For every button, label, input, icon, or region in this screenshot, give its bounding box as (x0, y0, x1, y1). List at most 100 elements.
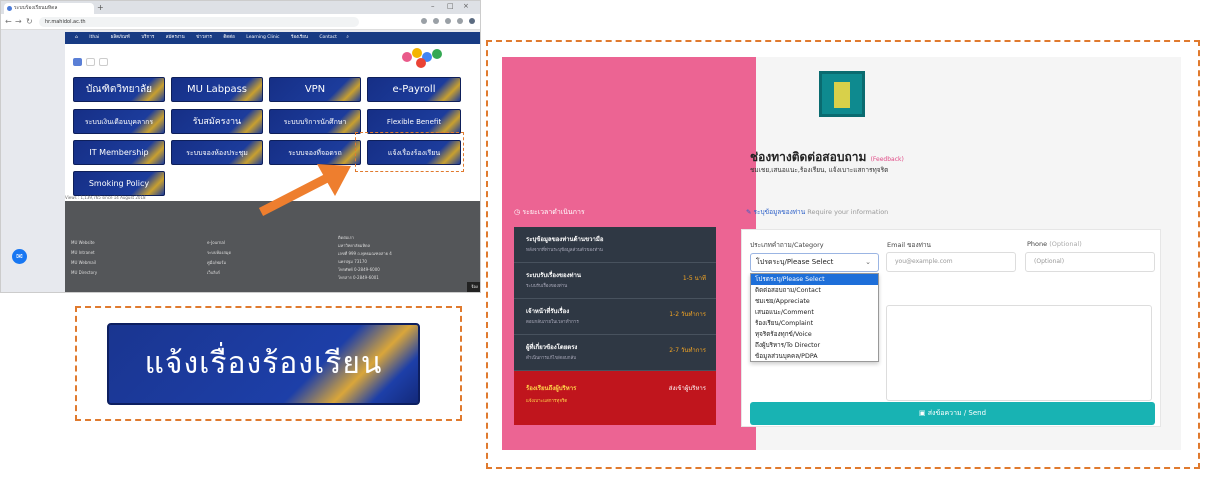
nav-item[interactable]: Contact (319, 35, 337, 40)
category-selected-value: โปรดระบุ/Please Select (756, 258, 834, 266)
pager-next[interactable] (99, 58, 108, 66)
salary-system-button[interactable]: ระบบเงินเดือนบุคลากร (73, 109, 165, 134)
timeline-title: ระบบรับเรื่องของท่าน (526, 272, 581, 279)
timeline-step: เจ้าหน้าที่รับเรื่อง ตอบกลับภายในเวลาทำก… (514, 299, 716, 335)
footer-link[interactable]: เว็บลิงก์ (207, 268, 231, 278)
search-icon[interactable]: ⌕ (346, 35, 349, 40)
footer-link[interactable]: e-Journal (207, 238, 231, 248)
nav-item[interactable]: ติดต่อ (223, 35, 234, 40)
view-counter: Views : 1,139,765 since 14 August 2018 (65, 195, 146, 200)
phone-input[interactable]: (Optional) (1025, 252, 1155, 272)
timeline-title: ผู้ที่เกี่ยวข้องโดยตรง (526, 344, 578, 351)
category-dropdown: โปรดระบุ/Please Select ติดต่อสอบถาม/Cont… (750, 273, 879, 362)
browser-tab[interactable]: ระบบร้องเรียนมหิดล (4, 3, 94, 14)
back-icon[interactable]: ← (5, 17, 12, 27)
site-navbar: ⌂ Ithai ผลิตภัณฑ์ บริการ สมัครงาน ข่าวสา… (65, 32, 480, 44)
logo (819, 71, 865, 117)
process-time-text: ระยะเวลาดำเนินการ (522, 208, 585, 216)
dropdown-option[interactable]: ถึงผู้บริหาร/To Director (751, 340, 878, 351)
dropdown-option[interactable]: โปรดระบุ/Please Select (751, 274, 878, 285)
footer-link[interactable]: MU Webmail (71, 258, 97, 268)
dropdown-option[interactable]: ร้องเรียน/Complaint (751, 318, 878, 329)
timeline-sub: ดำเนินการแก้ไข/ตอบกลับ (526, 356, 577, 361)
dropdown-option[interactable]: ติดต่อสอบถาม/Contact (751, 285, 878, 296)
contact-page: ช่องทางติดต่อสอบถาม (Feedback) ชมเชย,เสน… (502, 57, 1181, 450)
timeline-sub: ตอบกลับภายในเวลาทำการ (526, 320, 579, 325)
close-icon[interactable]: × (463, 2, 469, 10)
bookmark-icon[interactable] (433, 18, 439, 24)
footer-contact-line: นครปฐม 73170 (338, 259, 367, 264)
footer-contact: ติดต่อเรา มหาวิทยาลัยมหิดล เลขที่ 999 ถ.… (338, 234, 392, 282)
reload-icon[interactable]: ↻ (26, 17, 33, 27)
chevron-down-icon: ⌄ (865, 258, 871, 266)
timeline-time: 1-5 นาที (682, 275, 706, 282)
tab-favicon-icon (7, 6, 12, 11)
footer-link[interactable]: MU Website (71, 238, 97, 248)
pointer-arrow-icon (258, 164, 351, 217)
it-membership-button[interactable]: IT Membership (73, 140, 165, 165)
footer-links-col1: MU Website MU Intranet MU Webmail MU Dir… (71, 238, 97, 278)
graduate-school-button[interactable]: บัณฑิตวิทยาลัย (73, 77, 165, 102)
home-icon[interactable]: ⌂ (75, 35, 78, 40)
e-payroll-button[interactable]: e-Payroll (367, 77, 461, 102)
dropdown-option[interactable]: ชมเชย/Appreciate (751, 296, 878, 307)
dropdown-option[interactable]: เสนอแนะ/Comment (751, 307, 878, 318)
timeline-title: ร้องเรียนถึงผู้บริหาร (526, 385, 577, 392)
nav-item[interactable]: บริการ (141, 35, 154, 40)
nav-item[interactable]: สมัครงาน (166, 35, 185, 40)
timeline-time: ส่งเข้าผู้บริหาร (668, 385, 706, 392)
tab-title: ระบบร้องเรียนมหิดล (14, 5, 58, 11)
timeline-sub: แจ้งเบาะแสการทุจริต (526, 399, 568, 404)
footer-contact-line: เลขที่ 999 ถ.พุทธมณฑลสาย 4 (338, 251, 392, 256)
nav-item[interactable]: ผลิตภัณฑ์ (111, 35, 130, 40)
footer-link[interactable]: MU Intranet (71, 248, 97, 258)
timeline-time: 2-7 วันทำการ (669, 347, 706, 354)
job-apply-button[interactable]: รับสมัครงาน (171, 109, 263, 134)
footer-link[interactable]: คู่มือ/ฟอร์ม (207, 258, 231, 268)
nav-item[interactable]: ข่าวสาร (196, 35, 212, 40)
pager-prev[interactable] (73, 58, 82, 66)
maximize-icon[interactable]: □ (447, 2, 454, 10)
process-timeline: ระบุข้อมูลของท่านด้านขวามือ หลังจากที่ท่… (514, 227, 716, 425)
download-icon[interactable] (457, 18, 463, 24)
footer-link[interactable]: ระบบห้องสมุด (207, 248, 231, 258)
puzzle-icon[interactable] (445, 18, 451, 24)
flexible-benefit-button[interactable]: Flexible Benefit (367, 109, 461, 134)
category-select[interactable]: โปรดระบุ/Please Select ⌄ (750, 253, 879, 272)
email-input[interactable]: you@example.com (886, 252, 1016, 272)
process-time-label: ◷ ระยะเวลาดำเนินการ (514, 207, 585, 218)
meeting-room-button[interactable]: ระบบจองห้องประชุม (171, 140, 263, 165)
new-tab-icon[interactable]: + (97, 3, 104, 13)
messenger-icon[interactable]: ✉ (12, 249, 27, 264)
zoomed-complaint-button: แจ้งเรื่องร้องเรียน (107, 323, 420, 405)
mu-labpass-button[interactable]: MU Labpass (171, 77, 263, 102)
dropdown-option[interactable]: ข้อมูลส่วนบุคคล/PDPA (751, 351, 878, 362)
pager-page[interactable] (86, 58, 95, 66)
footer-link[interactable]: MU Directory (71, 268, 97, 278)
send-button[interactable]: ▣ ส่งข้อความ / Send (750, 402, 1155, 425)
phone-label-text: Phone (1027, 240, 1048, 248)
phone-label: Phone (Optional) (1027, 240, 1082, 248)
nav-item[interactable]: ร้องเรียน (291, 35, 308, 40)
minimize-icon[interactable]: – (431, 2, 435, 10)
forward-icon[interactable]: → (15, 17, 22, 27)
smoking-policy-button[interactable]: Smoking Policy (73, 171, 165, 196)
timeline-title: ระบุข้อมูลของท่านด้านขวามือ (526, 236, 604, 243)
nav-item[interactable]: Ithai (89, 35, 99, 40)
nav-item[interactable]: Learning Clinic (246, 35, 279, 40)
profile-icon[interactable] (469, 18, 475, 24)
url-field[interactable]: hr.mahidol.ac.th (39, 17, 359, 27)
student-service-button[interactable]: ระบบบริการนักศึกษา (269, 109, 361, 134)
message-textarea[interactable] (886, 305, 1152, 401)
highlight-box-button (355, 132, 464, 172)
feedback-tab[interactable]: ร้องเรียน (467, 282, 480, 292)
address-bar: ← → ↻ hr.mahidol.ac.th (1, 14, 480, 30)
extension-icon[interactable] (421, 18, 427, 24)
timeline-title: เจ้าหน้าที่รับเรื่อง (526, 308, 570, 315)
timeline-sub: หลังจากที่ท่านระบุข้อมูลส่วนตัวของท่าน (526, 248, 603, 253)
required-info-text: ระบุข้อมูลของท่าน (753, 208, 806, 216)
required-info-label: ✎ ระบุข้อมูลของท่าน Require your informa… (746, 207, 888, 217)
vpn-button[interactable]: VPN (269, 77, 361, 102)
dropdown-option[interactable]: ทุจริตร้องทุกข์/Voice (751, 329, 878, 340)
footer-contact-line: โทรศัพท์ 0-2849-6000 (338, 267, 380, 272)
